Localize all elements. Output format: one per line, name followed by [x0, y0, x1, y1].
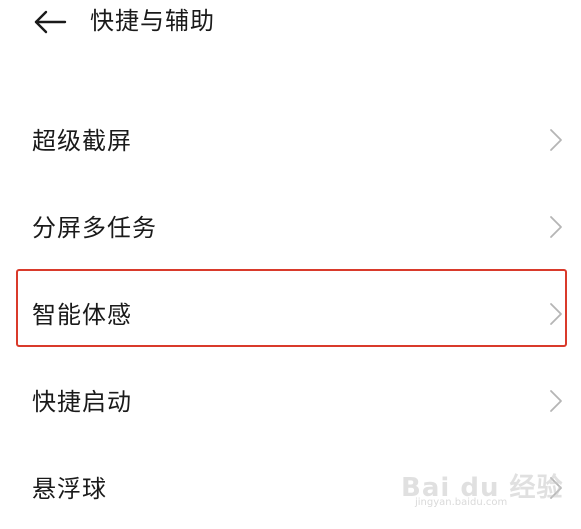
list-item-label: 智能体感 — [32, 301, 132, 329]
list-item-label: 分屏多任务 — [32, 214, 157, 242]
chevron-right-icon — [550, 390, 562, 412]
arrow-left-icon — [34, 10, 67, 34]
page-title: 快捷与辅助 — [90, 7, 215, 35]
settings-list: 超级截屏 分屏多任务 智能体感 快捷启动 悬浮球 — [0, 96, 581, 529]
list-item-split-screen[interactable]: 分屏多任务 — [0, 183, 581, 270]
list-item-smart-motion[interactable]: 智能体感 — [0, 270, 581, 357]
chevron-right-icon — [550, 129, 562, 151]
settings-page: 快捷与辅助 超级截屏 分屏多任务 智能体感 快捷启动 悬浮球 Bai du 经验… — [0, 0, 581, 529]
list-item-label: 超级截屏 — [32, 127, 132, 155]
list-item-floating-ball[interactable]: 悬浮球 — [0, 444, 581, 529]
back-button[interactable] — [30, 6, 70, 38]
chevron-right-icon — [550, 216, 562, 238]
list-item-quick-launch[interactable]: 快捷启动 — [0, 357, 581, 444]
chevron-right-icon — [550, 303, 562, 325]
list-item-super-screenshot[interactable]: 超级截屏 — [0, 96, 581, 183]
list-item-label: 快捷启动 — [32, 388, 132, 416]
list-item-label: 悬浮球 — [32, 475, 107, 503]
chevron-right-icon — [550, 477, 562, 499]
header-bar: 快捷与辅助 — [0, 0, 581, 46]
